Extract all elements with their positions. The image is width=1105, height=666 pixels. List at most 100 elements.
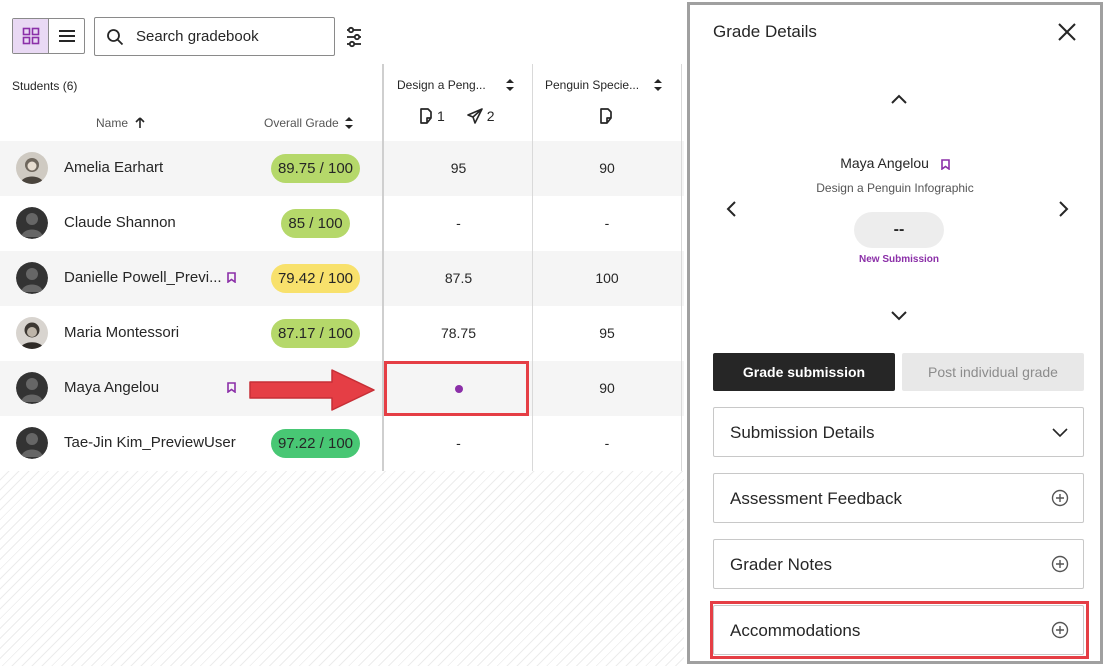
column-divider bbox=[681, 64, 682, 471]
grade-cell[interactable]: 95 bbox=[533, 325, 681, 341]
avatar bbox=[16, 262, 48, 294]
list-view-button[interactable] bbox=[49, 19, 84, 53]
submission-icon bbox=[420, 108, 432, 124]
chevron-left-icon bbox=[726, 201, 736, 217]
post-individual-grade-button[interactable]: Post individual grade bbox=[902, 353, 1084, 391]
table-row: Claude Shannon 85 / 100 - - bbox=[0, 196, 684, 251]
view-toggle bbox=[12, 18, 85, 54]
grade-cell[interactable]: - bbox=[385, 215, 532, 231]
students-count: Students (6) bbox=[12, 79, 78, 93]
plus-circle-icon bbox=[1051, 555, 1069, 573]
list-icon bbox=[58, 30, 75, 42]
grade-value-pill[interactable]: -- bbox=[854, 212, 944, 248]
red-arrow-icon bbox=[249, 369, 375, 411]
avatar bbox=[16, 427, 48, 459]
overall-grade-header-label: Overall Grade bbox=[264, 116, 339, 130]
name-header-label: Name bbox=[96, 116, 129, 130]
chevron-down-icon bbox=[1052, 428, 1068, 438]
bookmark-flag-icon bbox=[941, 158, 950, 170]
chevron-right-icon bbox=[1059, 201, 1069, 217]
chevron-up-icon bbox=[891, 94, 907, 104]
table-row: Maria Montessori 87.17 / 100 78.75 95 bbox=[0, 306, 684, 361]
grid-view-button[interactable] bbox=[13, 19, 49, 53]
bookmark-flag-icon bbox=[227, 382, 236, 393]
grade-cell[interactable]: - bbox=[385, 435, 532, 451]
highlight-box bbox=[384, 361, 529, 416]
overall-grade-pill[interactable]: 79.42 / 100 bbox=[271, 264, 360, 293]
sort-icon bbox=[654, 79, 662, 91]
next-item-button[interactable] bbox=[890, 309, 908, 327]
overall-grade-column-header[interactable]: Overall Grade bbox=[264, 116, 354, 130]
section-label: Submission Details bbox=[730, 423, 875, 442]
grade-cell[interactable]: 78.75 bbox=[385, 325, 532, 341]
student-name-text: Maya Angelou bbox=[840, 155, 929, 171]
student-name-heading: Maya Angelou bbox=[690, 155, 1100, 171]
column-status-icons: 1 2 bbox=[419, 108, 495, 124]
filter-icon bbox=[347, 26, 361, 48]
grade-cell[interactable]: 95 bbox=[385, 160, 532, 176]
submission-icon bbox=[600, 108, 612, 124]
table-row: Amelia Earhart 89.75 / 100 95 90 bbox=[0, 141, 684, 196]
accommodations-highlight-box bbox=[710, 601, 1089, 659]
search-icon bbox=[107, 28, 124, 45]
close-icon bbox=[1058, 23, 1076, 41]
avatar bbox=[16, 372, 48, 404]
gradebook-grid: Students (6) Name Overall Grade Design a… bbox=[0, 64, 684, 666]
student-name[interactable]: Maria Montessori bbox=[64, 324, 179, 341]
assignment-name: Design a Penguin Infographic bbox=[816, 181, 974, 195]
student-name[interactable]: Tae-Jin Kim_PreviewUser bbox=[64, 434, 236, 451]
submission-status: New Submission bbox=[858, 254, 939, 265]
name-column-header[interactable]: Name bbox=[96, 116, 145, 130]
column-header-design[interactable]: Design a Peng... bbox=[397, 78, 515, 92]
grade-cell[interactable]: - bbox=[533, 435, 681, 451]
grade-submission-button[interactable]: Grade submission bbox=[713, 353, 895, 391]
grade-cell[interactable]: 100 bbox=[533, 270, 681, 286]
section-label: Assessment Feedback bbox=[730, 489, 902, 508]
overall-grade-pill[interactable]: 97.22 / 100 bbox=[271, 429, 360, 458]
send-icon bbox=[466, 108, 483, 124]
avatar bbox=[16, 317, 48, 349]
chevron-down-icon bbox=[891, 311, 907, 321]
grade-cell[interactable]: 90 bbox=[533, 380, 681, 396]
plus-circle-icon bbox=[1051, 489, 1069, 507]
overall-grade-pill[interactable]: 87.17 / 100 bbox=[271, 319, 360, 348]
assessment-feedback-section[interactable]: Assessment Feedback bbox=[713, 473, 1084, 523]
overall-grade-pill[interactable]: 89.75 / 100 bbox=[271, 154, 360, 183]
next-student-button[interactable] bbox=[1058, 200, 1070, 223]
overall-grade-pill[interactable]: 85 / 100 bbox=[281, 209, 350, 238]
empty-grid-area bbox=[0, 471, 684, 666]
grade-cell[interactable]: 90 bbox=[533, 160, 681, 176]
student-name[interactable]: Amelia Earhart bbox=[64, 159, 163, 176]
bookmark-flag-icon bbox=[227, 272, 236, 283]
sort-icon bbox=[506, 79, 514, 91]
table-row: Tae-Jin Kim_PreviewUser 97.22 / 100 - - bbox=[0, 416, 684, 471]
table-row: Danielle Powell_Previ... 79.42 / 100 87.… bbox=[0, 251, 684, 306]
close-button[interactable] bbox=[1056, 21, 1078, 43]
filter-button[interactable] bbox=[344, 26, 364, 53]
grade-details-panel: Grade Details Maya Angelou Design a Peng… bbox=[687, 2, 1103, 664]
sort-up-icon bbox=[135, 117, 145, 128]
grade-cell[interactable]: - bbox=[533, 215, 681, 231]
column-title: Design a Peng... bbox=[397, 78, 486, 92]
panel-title: Grade Details bbox=[713, 22, 817, 41]
submission-details-section[interactable]: Submission Details bbox=[713, 407, 1084, 457]
search-box bbox=[94, 17, 335, 56]
sent-count: 2 bbox=[486, 108, 495, 124]
avatar bbox=[16, 152, 48, 184]
section-label: Grader Notes bbox=[730, 555, 833, 574]
sort-icon bbox=[344, 117, 353, 129]
student-name[interactable]: Claude Shannon bbox=[64, 214, 176, 231]
previous-student-button[interactable] bbox=[725, 200, 737, 223]
search-input[interactable] bbox=[134, 27, 328, 46]
column-status-icons bbox=[599, 108, 613, 124]
previous-item-button[interactable] bbox=[890, 92, 908, 110]
avatar bbox=[16, 207, 48, 239]
grid-header: Students (6) Name Overall Grade Design a… bbox=[0, 64, 684, 142]
student-name[interactable]: Danielle Powell_Previ... bbox=[64, 269, 222, 286]
grader-notes-section[interactable]: Grader Notes bbox=[713, 539, 1084, 589]
column-divider bbox=[532, 64, 533, 471]
column-title: Penguin Specie... bbox=[545, 78, 640, 92]
student-name[interactable]: Maya Angelou bbox=[64, 379, 159, 396]
column-header-species[interactable]: Penguin Specie... bbox=[545, 78, 663, 92]
grade-cell[interactable]: 87.5 bbox=[385, 270, 532, 286]
